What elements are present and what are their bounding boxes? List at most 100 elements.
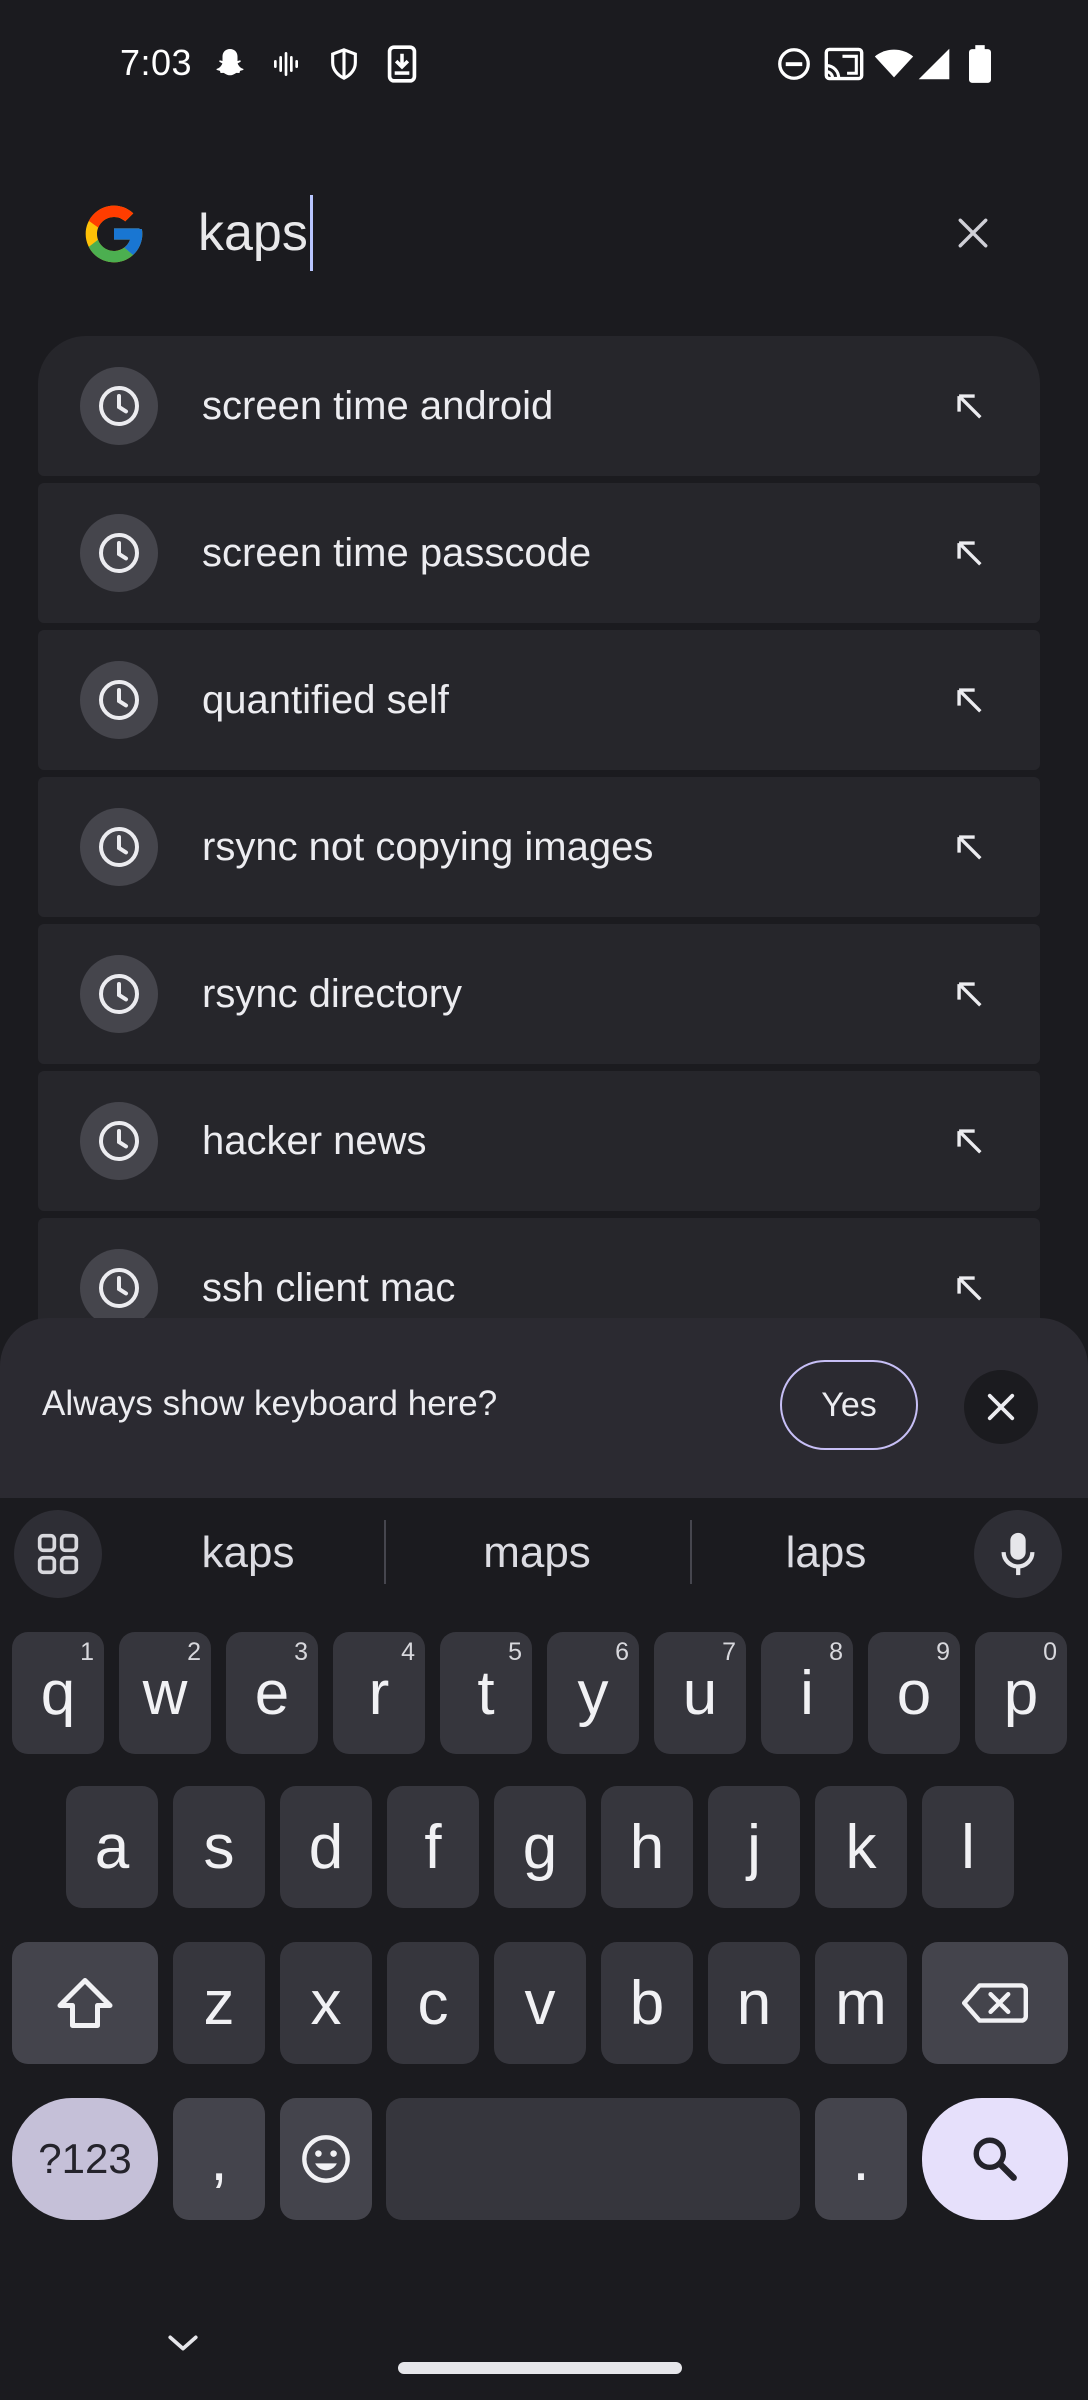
key-c[interactable]: c xyxy=(387,1942,479,2064)
suggestion-label: hacker news xyxy=(202,1118,427,1163)
fill-query-arrow-icon[interactable] xyxy=(934,1253,1004,1323)
google-logo xyxy=(80,200,148,268)
key-x[interactable]: x xyxy=(280,1942,372,2064)
backspace-key[interactable] xyxy=(922,1942,1068,2064)
shift-key[interactable] xyxy=(12,1942,158,2064)
key-label: d xyxy=(308,1812,344,1882)
key-label: k xyxy=(845,1812,877,1882)
key-m[interactable]: m xyxy=(815,1942,907,2064)
key-label: y xyxy=(577,1658,609,1728)
history-icon xyxy=(80,367,158,445)
shift-icon xyxy=(57,1978,113,2028)
key-t[interactable]: t5 xyxy=(440,1632,532,1754)
key-label: i xyxy=(800,1658,814,1728)
keyboard-suggestion[interactable]: kaps xyxy=(120,1512,376,1594)
audio-waveform-icon xyxy=(268,44,304,84)
key-u[interactable]: u7 xyxy=(654,1632,746,1754)
suggestion-item[interactable]: rsync not copying images xyxy=(38,777,1040,917)
history-icon xyxy=(80,808,158,886)
fill-query-arrow-icon[interactable] xyxy=(934,812,1004,882)
key-label: . xyxy=(852,2124,870,2194)
history-icon xyxy=(80,514,158,592)
backspace-icon xyxy=(962,1983,1028,2023)
emoji-key[interactable] xyxy=(280,2098,372,2220)
fill-query-arrow-icon[interactable] xyxy=(934,518,1004,588)
key-label: u xyxy=(682,1658,718,1728)
history-icon xyxy=(80,1249,158,1327)
key-g[interactable]: g xyxy=(494,1786,586,1908)
space-key[interactable] xyxy=(386,2098,800,2220)
suggestion-label: screen time passcode xyxy=(202,530,592,575)
key-k[interactable]: k xyxy=(815,1786,907,1908)
symbols-key[interactable]: ?123 xyxy=(12,2098,158,2220)
suggestion-item[interactable]: hacker news xyxy=(38,1071,1040,1211)
keyboard-suggestion[interactable]: maps xyxy=(392,1512,682,1594)
period-key[interactable]: . xyxy=(815,2098,907,2220)
comma-key[interactable]: , xyxy=(173,2098,265,2220)
key-e[interactable]: e3 xyxy=(226,1632,318,1754)
search-input[interactable]: kaps xyxy=(198,195,313,271)
key-hint: 4 xyxy=(401,1638,415,1666)
key-j[interactable]: j xyxy=(708,1786,800,1908)
fill-query-arrow-icon[interactable] xyxy=(934,665,1004,735)
suggestion-item[interactable]: screen time android xyxy=(38,336,1040,476)
key-label: , xyxy=(210,2124,228,2194)
key-b[interactable]: b xyxy=(601,1942,693,2064)
key-label: f xyxy=(424,1812,442,1882)
key-v[interactable]: v xyxy=(494,1942,586,2064)
key-label: s xyxy=(203,1812,235,1882)
key-d[interactable]: d xyxy=(280,1786,372,1908)
key-label: p xyxy=(1003,1658,1039,1728)
search-key[interactable] xyxy=(922,2098,1068,2220)
key-w[interactable]: w2 xyxy=(119,1632,211,1754)
dismiss-prompt-button[interactable] xyxy=(964,1370,1038,1444)
key-l[interactable]: l xyxy=(922,1786,1014,1908)
keyboard-suggestion[interactable]: laps xyxy=(698,1512,954,1594)
history-icon xyxy=(80,1102,158,1180)
key-hint: 9 xyxy=(936,1638,950,1666)
keyboard-menu-button[interactable] xyxy=(14,1510,102,1598)
home-gesture-bar[interactable] xyxy=(398,2362,682,2374)
voice-input-button[interactable] xyxy=(974,1510,1062,1598)
key-p[interactable]: p0 xyxy=(975,1632,1067,1754)
key-label: ?123 xyxy=(38,2135,132,2182)
key-q[interactable]: q1 xyxy=(12,1632,104,1754)
key-label: e xyxy=(254,1658,290,1728)
battery-icon xyxy=(962,44,998,84)
fill-query-arrow-icon[interactable] xyxy=(934,1106,1004,1176)
suggestion-item[interactable]: quantified self xyxy=(38,630,1040,770)
fill-query-arrow-icon[interactable] xyxy=(934,959,1004,1029)
yes-button[interactable]: Yes xyxy=(780,1360,918,1450)
key-z[interactable]: z xyxy=(173,1942,265,2064)
key-o[interactable]: o9 xyxy=(868,1632,960,1754)
key-label: t xyxy=(477,1658,495,1728)
key-label: j xyxy=(747,1812,761,1882)
suggestion-item[interactable]: screen time passcode xyxy=(38,483,1040,623)
key-label: l xyxy=(961,1812,975,1882)
key-y[interactable]: y6 xyxy=(547,1632,639,1754)
suggestion-divider xyxy=(384,1520,386,1584)
hide-keyboard-button[interactable] xyxy=(160,2320,206,2366)
vpn-shield-icon xyxy=(326,44,362,84)
key-hint: 0 xyxy=(1043,1638,1057,1666)
key-n[interactable]: n xyxy=(708,1942,800,2064)
key-a[interactable]: a xyxy=(66,1786,158,1908)
fill-query-arrow-icon[interactable] xyxy=(934,371,1004,441)
key-label: n xyxy=(736,1968,772,2038)
key-label: c xyxy=(417,1968,449,2038)
key-r[interactable]: r4 xyxy=(333,1632,425,1754)
snapchat-icon xyxy=(210,44,250,84)
microphone-icon xyxy=(1001,1532,1035,1576)
key-h[interactable]: h xyxy=(601,1786,693,1908)
suggestion-label: ssh client mac xyxy=(202,1265,456,1310)
key-s[interactable]: s xyxy=(173,1786,265,1908)
keyboard-prompt-text: Always show keyboard here? xyxy=(42,1384,498,1423)
clear-search-button[interactable] xyxy=(940,200,1006,266)
key-label: h xyxy=(629,1812,665,1882)
key-f[interactable]: f xyxy=(387,1786,479,1908)
key-hint: 8 xyxy=(829,1638,843,1666)
suggestion-item[interactable]: rsync directory xyxy=(38,924,1040,1064)
key-i[interactable]: i8 xyxy=(761,1632,853,1754)
key-label: o xyxy=(896,1658,932,1728)
key-label: b xyxy=(629,1968,665,2038)
